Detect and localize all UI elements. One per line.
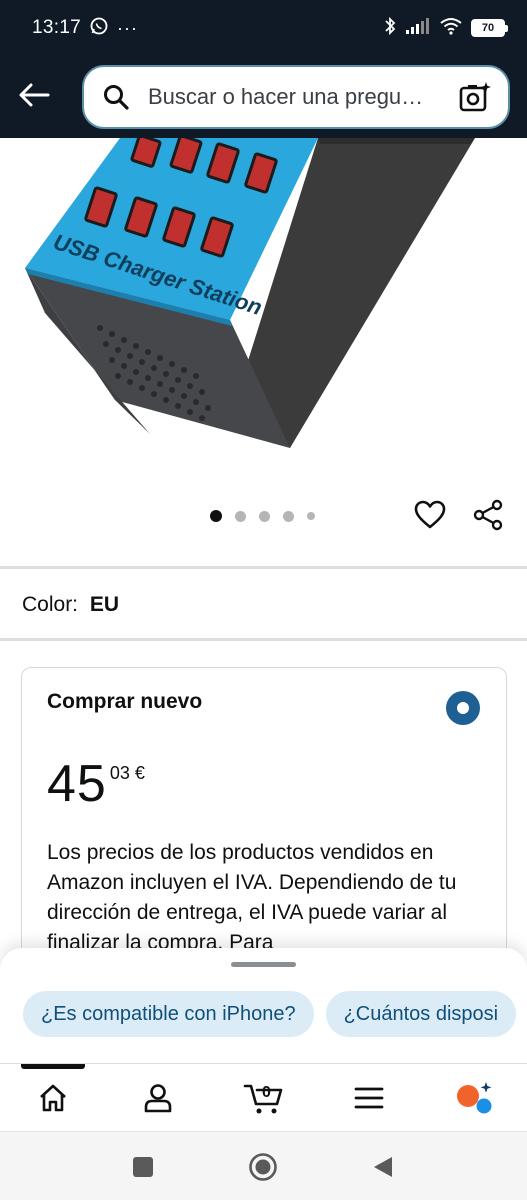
- sheet-drag-handle[interactable]: [231, 962, 296, 967]
- back-arrow-icon: [18, 82, 50, 113]
- suggestion-chip[interactable]: ¿Cuántos disposi: [325, 991, 517, 1037]
- suggestion-chip[interactable]: ¿Es compatible con iPhone?: [23, 991, 314, 1037]
- status-time: 13:17: [32, 17, 82, 38]
- battery-level: 70: [481, 22, 495, 34]
- back-triangle-icon[interactable]: [368, 1152, 398, 1182]
- cart-count: 0: [262, 1084, 271, 1101]
- more-notifications-icon: ···: [117, 17, 139, 38]
- share-icon: [472, 499, 504, 536]
- carousel-dot[interactable]: [307, 512, 315, 520]
- buy-new-card[interactable]: Comprar nuevo 45 03 € Los precios de los…: [21, 667, 507, 987]
- section-divider: [0, 638, 527, 641]
- system-nav-bar: [0, 1131, 527, 1200]
- search-bar[interactable]: Buscar o hacer una pregu…: [82, 65, 510, 129]
- battery-icon: 70: [471, 19, 508, 37]
- whatsapp-icon: [89, 16, 109, 41]
- section-divider: [0, 566, 527, 569]
- bottom-nav: 0: [0, 1063, 527, 1131]
- active-tab-indicator: [21, 1064, 85, 1069]
- share-button[interactable]: [468, 497, 508, 537]
- vat-notice: Los precios de los productos vendidos en…: [47, 841, 457, 954]
- color-label: Color:: [22, 593, 79, 616]
- rufus-assistant-icon[interactable]: [454, 1078, 494, 1118]
- wishlist-button[interactable]: [410, 497, 450, 537]
- search-input[interactable]: Buscar o hacer una pregu…: [142, 84, 450, 110]
- menu-icon[interactable]: [349, 1078, 389, 1118]
- color-value: EU: [89, 593, 120, 616]
- image-carousel-dots: [210, 510, 315, 522]
- color-selector[interactable]: Color: EU: [22, 593, 119, 617]
- camera-lens-icon[interactable]: [450, 72, 500, 122]
- carousel-dot[interactable]: [210, 510, 222, 522]
- price-whole: 45: [47, 755, 107, 813]
- carousel-dot[interactable]: [283, 510, 294, 522]
- signal-icon: [405, 17, 431, 40]
- buy-new-title: Comprar nuevo: [47, 690, 203, 713]
- buy-new-radio[interactable]: [446, 691, 480, 725]
- status-bar: 13:17 ··· 70: [0, 0, 527, 56]
- price-fraction: 03 €: [109, 763, 145, 783]
- bluetooth-icon: [383, 16, 397, 41]
- suggestion-chips: ¿Es compatible con iPhone? ¿Cuántos disp…: [23, 991, 517, 1037]
- search-icon: [102, 83, 142, 111]
- top-header: Buscar o hacer una pregu…: [0, 56, 527, 138]
- account-icon[interactable]: [138, 1078, 178, 1118]
- suggestions-sheet: ¿Es compatible con iPhone? ¿Cuántos disp…: [0, 948, 527, 1063]
- carousel-dot[interactable]: [235, 510, 246, 522]
- heart-icon: [414, 500, 446, 535]
- home-icon[interactable]: [33, 1078, 73, 1118]
- home-circle-icon[interactable]: [248, 1152, 278, 1182]
- carousel-dot[interactable]: [259, 510, 270, 522]
- product-image[interactable]: USB Charger Station: [0, 138, 527, 488]
- wifi-icon: [439, 17, 463, 40]
- recents-square-icon[interactable]: [128, 1152, 158, 1182]
- price: 45 03 €: [47, 758, 145, 810]
- back-button[interactable]: [2, 65, 66, 129]
- cart-icon[interactable]: 0: [242, 1078, 286, 1118]
